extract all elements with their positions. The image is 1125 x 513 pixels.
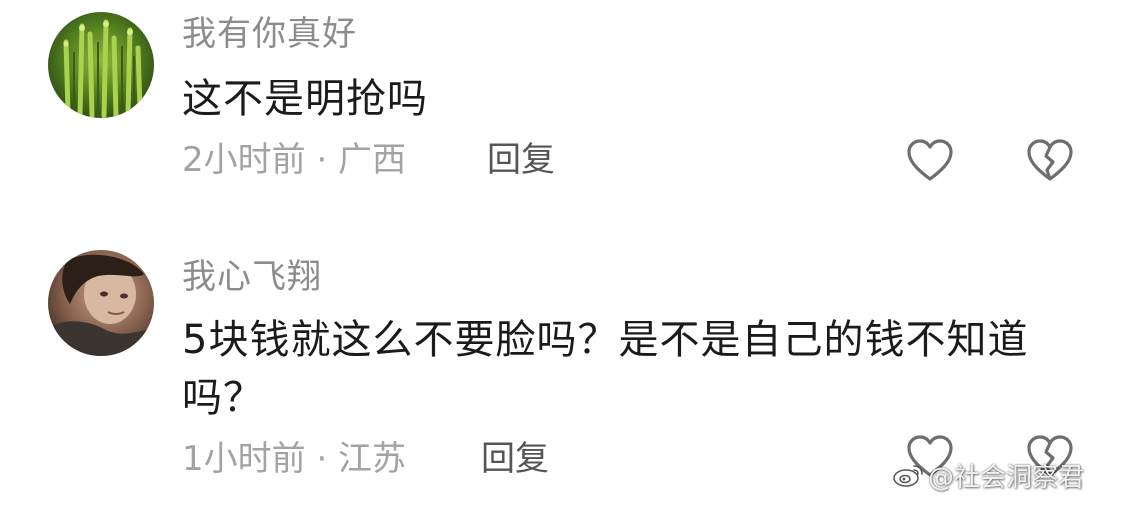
comment-text: 这不是明抢吗 — [182, 76, 428, 122]
person-photo-avatar-icon[interactable] — [48, 250, 154, 356]
comment-item: 我有你真好 这不是明抢吗 2小时前 · 广西 回复 — [0, 0, 1125, 220]
comment-username[interactable]: 我有你真好 — [182, 14, 357, 54]
comment-meta: 2小时前 · 广西 — [182, 140, 407, 180]
cactus-avatar-icon[interactable] — [48, 12, 154, 118]
comment-username[interactable]: 我心飞翔 — [182, 257, 322, 297]
comment-list: 我有你真好 这不是明抢吗 2小时前 · 广西 回复 我心飞翔 5块钱就这么不要脸… — [0, 0, 1125, 513]
weibo-logo-icon — [892, 462, 924, 488]
watermark-text: @社会洞察君 — [928, 462, 1085, 493]
reply-button[interactable]: 回复 — [481, 439, 549, 479]
broken-heart-icon[interactable] — [1025, 137, 1075, 183]
weibo-watermark: @社会洞察君 — [892, 455, 1084, 495]
reply-button[interactable]: 回复 — [487, 140, 555, 180]
comment-meta: 1小时前 · 江苏 — [182, 439, 407, 479]
heart-outline-icon[interactable] — [905, 137, 955, 183]
comment-text: 5块钱就这么不要脸吗？是不是自己的钱不知道吗？ — [182, 317, 1029, 421]
